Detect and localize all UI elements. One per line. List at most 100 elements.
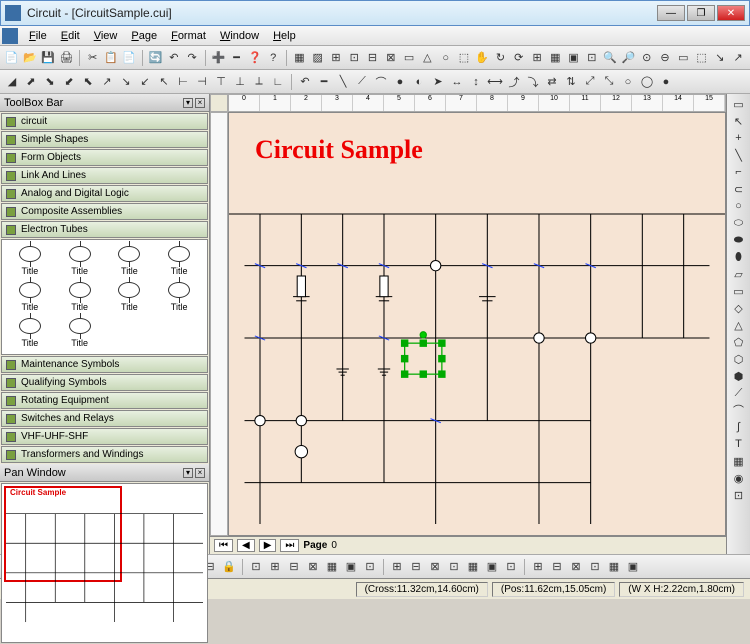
toolbar-button[interactable]: ⊠ [304, 558, 322, 576]
symbol-item[interactable]: Title [56, 316, 104, 350]
toolbar-button[interactable]: ○ [730, 198, 748, 214]
toolbar-button[interactable]: ▦ [605, 558, 623, 576]
toolbar-button[interactable]: ╲ [730, 147, 748, 163]
toolbar-button[interactable]: ⊟ [285, 558, 303, 576]
toolbar-button[interactable]: ⟂ [250, 73, 268, 91]
toolbar-button[interactable]: ⬬ [730, 232, 748, 248]
toolbar-button[interactable]: ⇄ [543, 73, 561, 91]
menu-format[interactable]: Format [164, 28, 213, 44]
toolbar-button[interactable]: ▦ [464, 558, 482, 576]
toolbar-button[interactable]: ➤ [429, 73, 447, 91]
toolbar-button[interactable]: ╲ [334, 73, 352, 91]
category-item[interactable]: Rotating Equipment [1, 392, 208, 409]
toolbar-button[interactable]: T [730, 436, 748, 452]
page-first-button[interactable]: ⏮ [214, 539, 233, 552]
toolbar-button[interactable]: ▭ [400, 49, 417, 67]
toolbar-button[interactable]: ◢ [3, 73, 21, 91]
toolbar-button[interactable]: ↶ [296, 73, 314, 91]
toolbar-button[interactable]: ⬚ [455, 49, 472, 67]
toolbar-button[interactable]: ○ [437, 49, 454, 67]
toolbar-button[interactable]: ⬋ [60, 73, 78, 91]
category-item[interactable]: Qualifying Symbols [1, 374, 208, 391]
symbol-item[interactable]: Title [6, 280, 54, 314]
symbol-item[interactable]: Title [6, 244, 54, 278]
symbol-item[interactable]: Title [56, 244, 104, 278]
toolbar-button[interactable]: 🖨 [58, 49, 75, 67]
page-next-button[interactable]: ▶ [259, 539, 277, 552]
toolbar-button[interactable]: ↻ [492, 49, 509, 67]
toolbar-button[interactable]: ━ [315, 73, 333, 91]
toolbar-button[interactable]: 📋 [102, 49, 119, 67]
toolbar-button[interactable]: ⬭ [730, 215, 748, 231]
toolbar-button[interactable]: ⊞ [529, 558, 547, 576]
toolbar-button[interactable]: ∫ [730, 419, 748, 435]
toolbar-button[interactable]: ▣ [342, 558, 360, 576]
toolbar-button[interactable]: ⟋ [353, 73, 371, 91]
panel-dropdown-icon[interactable]: ▾ [183, 98, 193, 108]
toolbar-button[interactable]: ○ [619, 73, 637, 91]
toolbar-button[interactable]: ✋ [474, 49, 491, 67]
toolbar-button[interactable]: ⬈ [22, 73, 40, 91]
toolbar-button[interactable]: 🔒 [220, 558, 238, 576]
toolbar-button[interactable]: ⊖ [656, 49, 673, 67]
toolbar-button[interactable]: ⊥ [231, 73, 249, 91]
toolbar-button[interactable]: ⊤ [212, 73, 230, 91]
category-item[interactable]: Maintenance Symbols [1, 356, 208, 373]
toolbar-button[interactable]: ⬡ [730, 351, 748, 367]
menu-window[interactable]: Window [213, 28, 266, 44]
toolbar-button[interactable]: ⊟ [364, 49, 381, 67]
symbol-item[interactable]: Title [155, 244, 203, 278]
toolbar-button[interactable]: ⊡ [361, 558, 379, 576]
toolbar-button[interactable]: ? [265, 49, 282, 67]
toolbar-button[interactable]: ⟷ [486, 73, 504, 91]
category-item[interactable]: VHF-UHF-SHF [1, 428, 208, 445]
pan-minimap[interactable]: Circuit Sample [1, 483, 208, 643]
menu-help[interactable]: Help [266, 28, 303, 44]
toolbar-button[interactable]: ⬮ [730, 249, 748, 265]
toolbar-button[interactable]: ⤡ [600, 73, 618, 91]
toolbar-button[interactable]: ▨ [309, 49, 326, 67]
category-item[interactable]: Electron Tubes [1, 221, 208, 238]
toolbar-button[interactable]: ✂ [84, 49, 101, 67]
toolbar-button[interactable]: ⊟ [548, 558, 566, 576]
category-item[interactable]: Analog and Digital Logic [1, 185, 208, 202]
toolbar-button[interactable]: ▦ [323, 558, 341, 576]
maximize-button[interactable]: ❐ [687, 5, 715, 21]
toolbar-button[interactable]: ⊂ [730, 181, 748, 197]
toolbar-button[interactable]: ⤴ [505, 73, 523, 91]
toolbar-button[interactable]: ⊟ [407, 558, 425, 576]
category-item[interactable]: Transformers and Windings [1, 446, 208, 463]
toolbar-button[interactable]: ⊢ [174, 73, 192, 91]
toolbar-button[interactable]: ⌒ [730, 402, 748, 418]
toolbar-button[interactable]: ▣ [483, 558, 501, 576]
system-icon[interactable] [2, 28, 18, 44]
close-button[interactable]: ✕ [717, 5, 745, 21]
category-item[interactable]: Link And Lines [1, 167, 208, 184]
symbol-item[interactable]: Title [106, 244, 154, 278]
toolbar-button[interactable]: ▭ [675, 49, 692, 67]
toolbar-button[interactable]: 🔄 [147, 49, 164, 67]
toolbar-button[interactable]: ⊡ [586, 558, 604, 576]
symbol-item[interactable]: Title [6, 316, 54, 350]
toolbar-button[interactable]: ⊡ [346, 49, 363, 67]
category-item[interactable]: Switches and Relays [1, 410, 208, 427]
category-item[interactable]: Form Objects [1, 149, 208, 166]
toolbar-button[interactable]: ⤢ [581, 73, 599, 91]
toolbar-button[interactable]: ▦ [291, 49, 308, 67]
toolbar-button[interactable]: ⊣ [193, 73, 211, 91]
toolbar-button[interactable]: ↗ [730, 49, 747, 67]
toolbar-button[interactable]: ❓ [246, 49, 263, 67]
toolbar-button[interactable]: ⟋ [730, 385, 748, 401]
toolbar-button[interactable]: ⤵ [524, 73, 542, 91]
category-item[interactable]: circuit [1, 113, 208, 130]
toolbar-button[interactable]: ⊡ [730, 487, 748, 503]
toolbar-button[interactable]: △ [419, 49, 436, 67]
toolbar-button[interactable]: 💾 [40, 49, 57, 67]
toolbar-button[interactable]: ⊠ [382, 49, 399, 67]
page-last-button[interactable]: ⏭ [280, 539, 299, 552]
toolbar-button[interactable]: 📄 [121, 49, 138, 67]
category-item[interactable]: Composite Assemblies [1, 203, 208, 220]
panel-dropdown-icon[interactable]: ▾ [183, 468, 193, 478]
toolbar-button[interactable]: ⟳ [510, 49, 527, 67]
category-item[interactable]: Simple Shapes [1, 131, 208, 148]
